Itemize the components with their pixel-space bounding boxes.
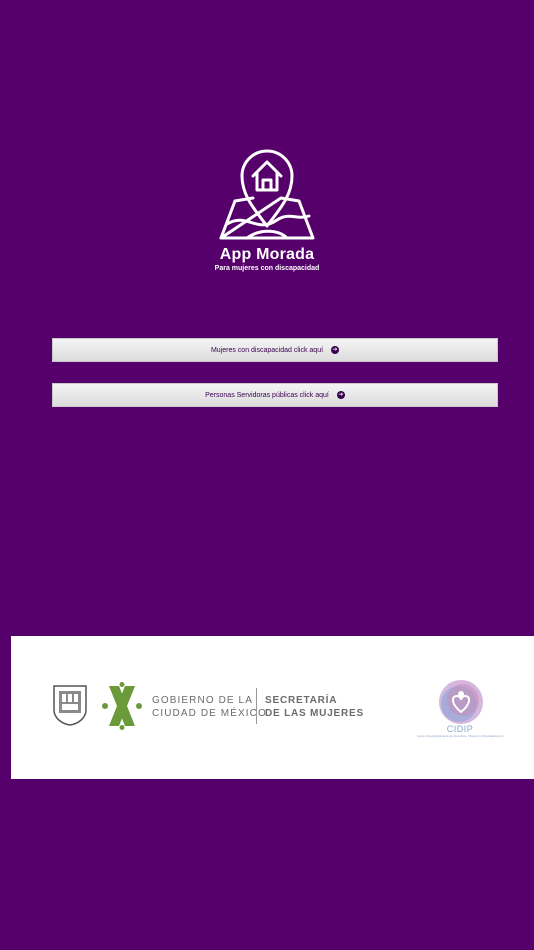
cidip-subtitle: Centro Interdisciplinario de Derechos, I… — [416, 734, 506, 738]
footer-logos-band: GOBIERNO DE LA CIUDAD DE MÉXICO SECRETAR… — [11, 636, 534, 779]
cdmx-government-icon — [102, 682, 142, 730]
footer-divider — [256, 688, 257, 724]
app-logo: App Morada Para mujeres con discapacidad — [0, 146, 534, 273]
arrow-right-circle-icon: ➔ — [331, 346, 340, 354]
app-subtitle: Para mujeres con discapacidad — [214, 265, 320, 272]
public-servants-label: Personas Servidoras públicas click aquí — [205, 391, 329, 399]
public-servants-button[interactable]: Personas Servidoras públicas click aquí … — [52, 383, 498, 407]
women-with-disability-button[interactable]: Mujeres con discapacidad click aquí ➔ — [52, 338, 498, 362]
app-title: App Morada — [219, 246, 315, 263]
cdmx-coat-of-arms-icon — [53, 685, 87, 726]
arrow-right-circle-icon: ➔ — [336, 391, 345, 399]
map-pin-house-icon — [219, 149, 315, 240]
secretariat-women-text: SECRETARÍA DE LAS MUJERES — [265, 695, 364, 719]
government-cdmx-text: GOBIERNO DE LA CIUDAD DE MÉXICO — [152, 695, 267, 719]
cidip-logo-icon — [439, 680, 483, 724]
cidip-name: CIDIP — [446, 724, 474, 734]
women-with-disability-label: Mujeres con discapacidad click aquí — [210, 346, 324, 354]
